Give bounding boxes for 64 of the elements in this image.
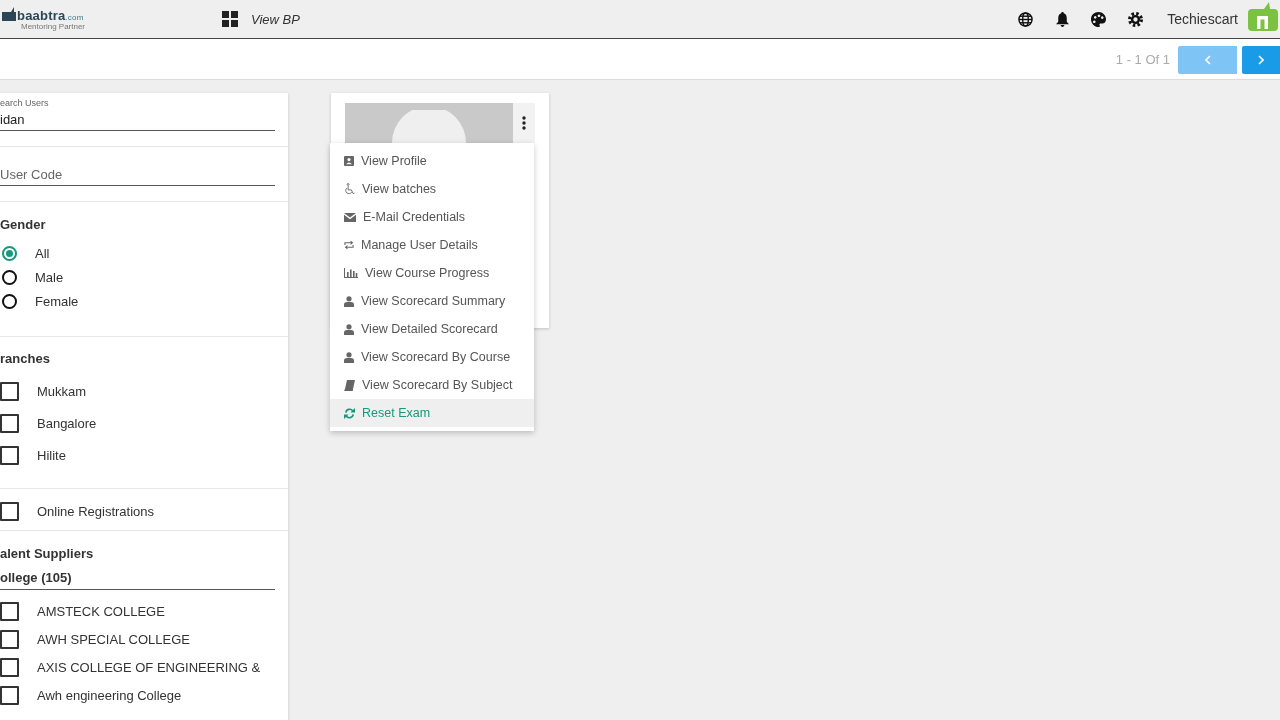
checkbox-label[interactable]: Mukkam: [37, 383, 87, 399]
radio-label[interactable]: All: [35, 245, 50, 261]
logo-tagline: Mentoring Partner: [21, 23, 86, 31]
radio-label[interactable]: Male: [35, 269, 64, 285]
menu-item[interactable]: Manage User Details: [330, 231, 534, 259]
checkbox[interactable]: [0, 445, 19, 465]
search-field-label: earch Users: [0, 98, 49, 109]
user-icon: [344, 295, 354, 307]
kebab-menu-icon: [522, 116, 526, 130]
menu-item[interactable]: View Detailed Scorecard: [330, 315, 534, 343]
checkbox-label[interactable]: AWH SPECIAL COLLEGE: [37, 631, 190, 647]
radio-label[interactable]: Female: [35, 293, 79, 309]
chevron-left-icon: [1204, 54, 1211, 65]
user-name[interactable]: Techiescart: [1167, 11, 1238, 27]
checkbox-label[interactable]: AMSTECK COLLEGE: [37, 603, 165, 619]
settings-icon[interactable]: [1128, 11, 1144, 27]
envelope-icon: [344, 212, 356, 222]
checkbox-label[interactable]: Online Registrations: [37, 503, 155, 519]
menu-item[interactable]: View Scorecard By Course: [330, 343, 534, 371]
logo-mark-icon[interactable]: [2, 7, 16, 21]
menu-item[interactable]: E-Mail Credentials: [330, 203, 534, 231]
menu-item[interactable]: View Scorecard By Subject: [330, 371, 534, 399]
menu-item[interactable]: View Profile: [330, 147, 534, 175]
next-page-button[interactable]: [1242, 45, 1280, 74]
group-heading: ollege (105): [0, 568, 275, 590]
checkbox[interactable]: [0, 501, 19, 521]
bar-chart-icon: [344, 268, 358, 278]
menu-item[interactable]: View batches: [330, 175, 534, 203]
checkbox[interactable]: [0, 657, 19, 677]
user-icon: [344, 323, 354, 335]
globe-icon[interactable]: [1018, 11, 1034, 27]
search-users-field[interactable]: idan: [0, 109, 275, 131]
checkbox-label[interactable]: Bangalore: [37, 415, 97, 431]
page-title: View BP: [251, 11, 300, 27]
radio-button[interactable]: [2, 293, 17, 309]
menu-item[interactable]: View Course Progress: [330, 259, 534, 287]
pagination-summary: 1 - 1 Of 1: [1115, 51, 1170, 67]
checkbox-label[interactable]: AXIS COLLEGE OF ENGINEERING &: [37, 659, 261, 675]
section-heading: alent Suppliers: [0, 545, 94, 563]
checkbox-label[interactable]: Hilite: [37, 447, 66, 463]
logo-wordmark[interactable]: baabtra.com: [17, 9, 86, 22]
checkbox[interactable]: [0, 685, 19, 705]
checkbox[interactable]: [0, 381, 19, 401]
menu-item[interactable]: View Scorecard Summary: [330, 287, 534, 315]
radio-button[interactable]: [2, 245, 17, 261]
checkbox[interactable]: [0, 413, 19, 433]
radio-button[interactable]: [2, 269, 17, 285]
user-code-field[interactable]: User Code: [0, 164, 275, 186]
book-icon: [344, 379, 355, 391]
checkbox-label[interactable]: Awh engineering College: [37, 687, 182, 703]
user-icon: [344, 351, 354, 363]
notification-bell-icon[interactable]: [1056, 11, 1070, 27]
section-heading: ranches: [0, 350, 50, 368]
checkbox[interactable]: [0, 629, 19, 649]
wheelchair-icon: [344, 183, 355, 195]
id-card-icon: [344, 156, 354, 166]
swap-arrows-icon: [344, 240, 354, 250]
refresh-icon: [344, 407, 355, 419]
apps-grid-icon[interactable]: [222, 11, 239, 27]
section-heading: Gender: [0, 216, 46, 234]
checkbox[interactable]: [0, 601, 19, 621]
chevron-right-icon: [1258, 54, 1264, 65]
palette-icon[interactable]: [1091, 11, 1107, 27]
more-options-button[interactable]: [513, 103, 535, 143]
